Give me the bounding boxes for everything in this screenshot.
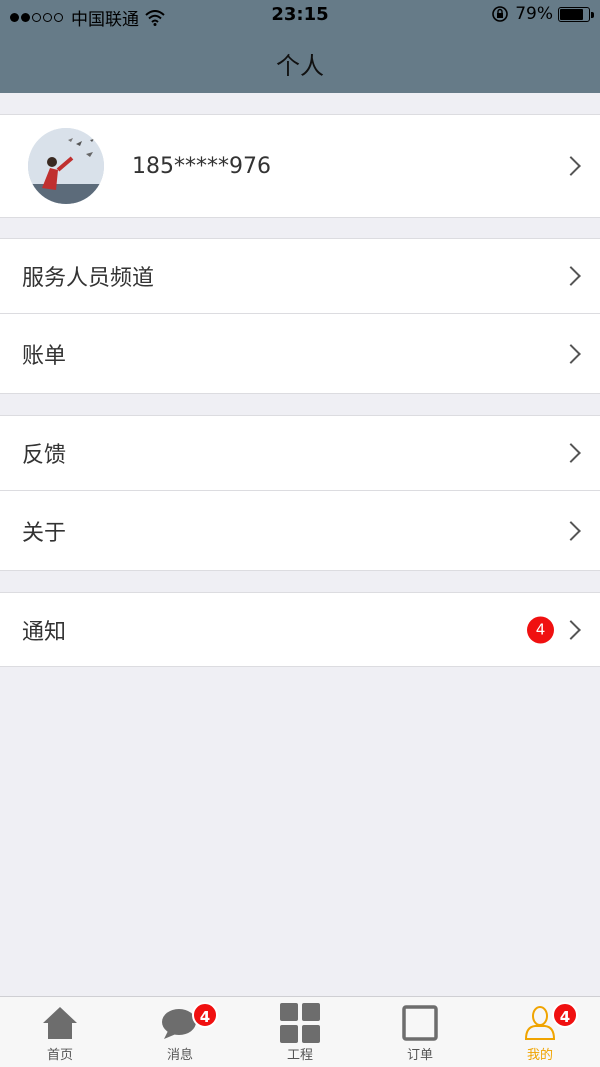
tab-label: 消息 [166, 1048, 193, 1063]
tab-messages[interactable]: 消息 4 [120, 997, 240, 1067]
chevron-right-icon [561, 266, 581, 286]
tab-projects[interactable]: 工程 [240, 997, 360, 1067]
menu-item-notifications[interactable]: 通知 4 [0, 593, 600, 666]
status-right: 79% [491, 4, 594, 24]
avatar [28, 128, 104, 204]
tab-label: 订单 [406, 1048, 433, 1063]
person-icon [523, 1003, 557, 1043]
chevron-right-icon [561, 443, 581, 463]
chevron-right-icon [561, 156, 581, 176]
menu-item-bill[interactable]: 账单 [0, 313, 600, 393]
grid-icon [280, 1003, 320, 1043]
profile-card: 185*****976 [0, 114, 600, 218]
chevron-right-icon [561, 343, 581, 364]
rotation-lock-icon [492, 6, 509, 22]
battery-icon [558, 6, 594, 22]
tab-label: 首页 [46, 1048, 73, 1063]
tab-bar: 首页 消息 4 工程 订单 我的 4 [0, 996, 600, 1067]
menu-item-feedback[interactable]: 反馈 [0, 416, 600, 490]
menu-item-label: 通知 [22, 619, 67, 645]
menu-item-label: 关于 [22, 520, 67, 546]
tab-mine[interactable]: 我的 4 [480, 997, 600, 1067]
tab-badge: 4 [192, 1002, 218, 1028]
chevron-right-icon [561, 619, 581, 640]
tab-label: 工程 [286, 1048, 313, 1063]
menu-item-about[interactable]: 关于 [0, 490, 600, 570]
header: 中国联通 23:15 79% 个人 [0, 0, 600, 93]
menu-group-1: 服务人员频道 账单 [0, 238, 600, 394]
menu-group-3: 通知 4 [0, 592, 600, 667]
tab-orders[interactable]: 订单 [360, 997, 480, 1067]
tab-label: 我的 [526, 1048, 553, 1063]
menu-item-label: 账单 [22, 343, 67, 369]
menu-item-label: 反馈 [22, 443, 67, 468]
phone-number: 185*****976 [132, 153, 271, 179]
tab-home[interactable]: 首页 [0, 997, 120, 1067]
home-icon [41, 1003, 79, 1043]
chevron-right-icon [561, 520, 581, 541]
square-icon [402, 1003, 438, 1043]
battery-percent: 79% [515, 4, 553, 24]
notification-badge: 4 [527, 616, 554, 643]
menu-item-label: 服务人员频道 [22, 266, 155, 291]
menu-item-service-channel[interactable]: 服务人员频道 [0, 239, 600, 313]
page-title: 个人 [276, 52, 324, 80]
tab-badge: 4 [552, 1002, 578, 1028]
profile-row[interactable]: 185*****976 [0, 115, 600, 217]
menu-group-2: 反馈 关于 [0, 415, 600, 571]
status-bar: 中国联通 23:15 79% [0, 0, 600, 30]
profile-screen: 中国联通 23:15 79% 个人 185*****976 服务人员频道 账单 … [0, 0, 600, 1067]
